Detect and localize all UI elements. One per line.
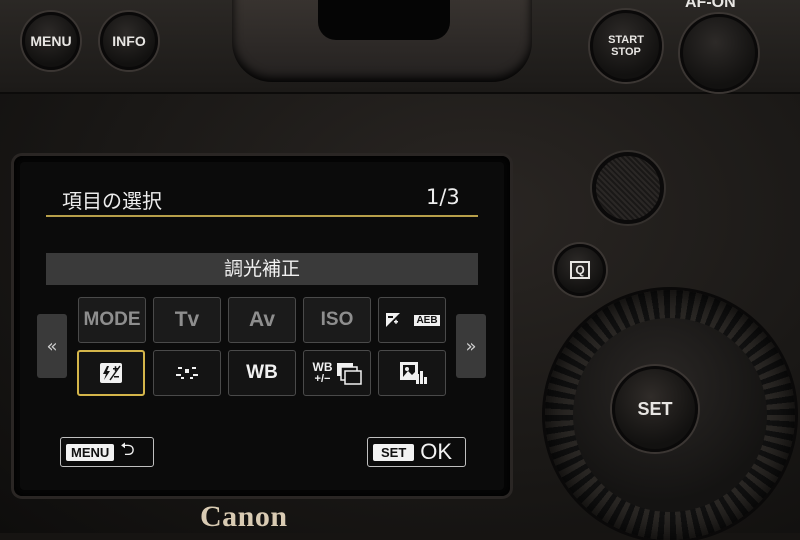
set-ok-button[interactable]: SET OK (367, 437, 466, 467)
brand-logo: Canon (200, 500, 288, 533)
selected-item-label: 調光補正 (46, 253, 478, 285)
af-on-button[interactable] (680, 14, 758, 92)
start-stop-button[interactable]: START STOP (590, 10, 662, 82)
tile-aeb-label: AEB (414, 314, 440, 326)
q-button-label: Q (570, 261, 590, 279)
info-button[interactable]: INFO (100, 12, 158, 70)
tile-white-balance[interactable]: WB (228, 350, 296, 396)
menu-back-button[interactable]: MENU ⮌ (60, 437, 154, 467)
tile-exposure-comp-aeb[interactable]: AEB (378, 297, 446, 343)
tile-av[interactable]: Av (228, 297, 296, 343)
tile-wb-shift-bracketing[interactable]: WB +/− (303, 350, 371, 396)
tile-mode[interactable]: MODE (78, 297, 146, 343)
scroll-left-button[interactable]: « (37, 314, 67, 378)
tile-wb-shift-label: WB (312, 360, 333, 374)
info-button-label: INFO (112, 33, 146, 49)
picture-style-icon (400, 362, 427, 384)
page-indicator: 1/3 (426, 185, 460, 209)
q-button[interactable]: Q (554, 244, 606, 296)
menu-button-label: MENU (30, 33, 72, 49)
scroll-right-button[interactable]: » (456, 314, 486, 378)
viewfinder-eyepiece (318, 0, 450, 40)
start-label: START (608, 34, 644, 46)
metering-icon (176, 367, 198, 379)
tile-mode-label: MODE (83, 309, 141, 330)
tile-flash-exposure-comp[interactable] (77, 350, 145, 396)
af-on-label: AF-ON (685, 0, 736, 11)
tile-picture-style[interactable] (378, 350, 446, 396)
chevron-right-icon: » (465, 335, 477, 357)
flash-exposure-comp-icon (100, 363, 122, 383)
tile-metering[interactable] (153, 350, 221, 396)
set-button-label: SET (637, 398, 673, 419)
chevron-left-icon: « (46, 335, 58, 357)
set-button[interactable]: SET (612, 366, 698, 452)
title-divider (46, 215, 478, 217)
tile-wb-label: WB (246, 362, 278, 383)
multi-controller[interactable] (592, 152, 664, 224)
tile-iso-label: ISO (320, 309, 354, 330)
tile-wb-shift-sub: +/− (314, 373, 331, 385)
tile-tv[interactable]: Tv (153, 297, 221, 343)
menu-button[interactable]: MENU (22, 12, 80, 70)
wb-bracketing-icon (336, 363, 362, 385)
tile-iso[interactable]: ISO (303, 297, 371, 343)
ok-label: OK (420, 439, 453, 464)
stop-label: STOP (611, 46, 641, 58)
tile-tv-label: Tv (174, 308, 200, 331)
set-tag: SET (373, 443, 415, 461)
screen-title: 項目の選択 (62, 189, 162, 213)
tile-av-label: Av (248, 308, 276, 331)
return-icon: ⮌ (120, 439, 135, 460)
menu-tag: MENU (66, 443, 115, 461)
